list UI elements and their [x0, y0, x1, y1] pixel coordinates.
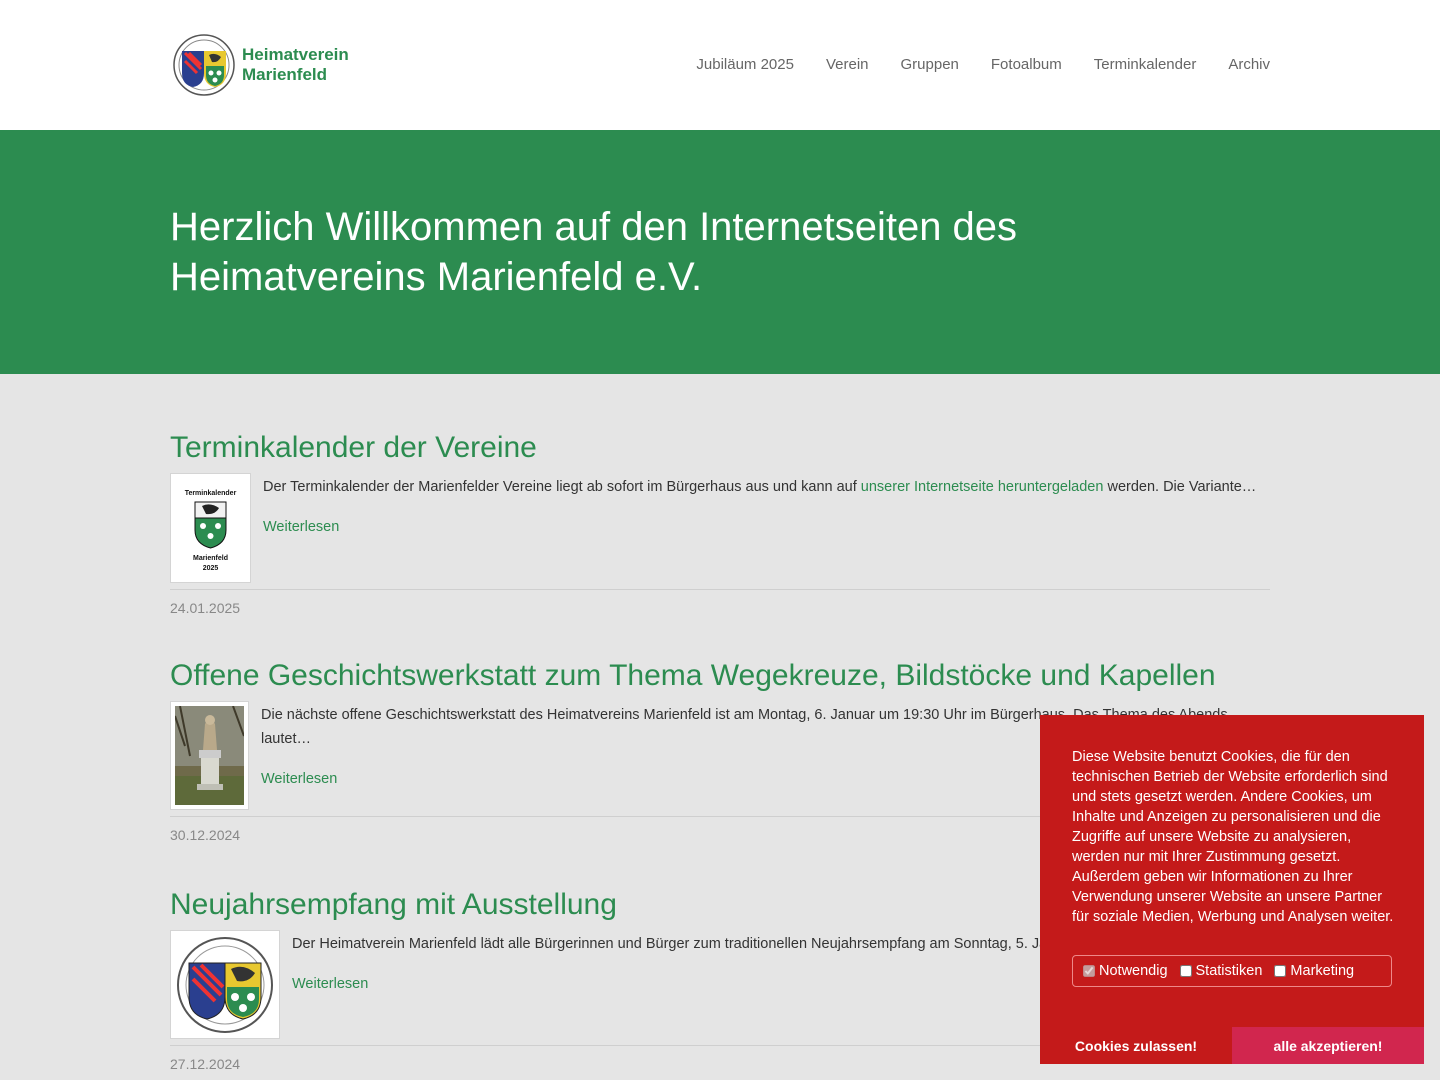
marketing-checkbox[interactable] — [1274, 965, 1287, 977]
download-link[interactable]: unserer Internetseite heruntergeladen — [861, 479, 1104, 495]
thumb-line-2: Marienfeld — [193, 555, 228, 562]
nav-jubilaeum[interactable]: Jubiläum 2025 — [696, 54, 794, 76]
post-body: Terminkalender Marienfeld 2025 Der Termi… — [170, 473, 1270, 583]
logo-line-2: Marienfeld — [242, 65, 328, 84]
post-thumbnail[interactable] — [170, 930, 280, 1039]
post-date: 24.01.2025 — [170, 600, 241, 616]
allow-cookies-button[interactable]: Cookies zulassen! — [1056, 1027, 1216, 1064]
accept-all-button[interactable]: alle akzeptieren! — [1232, 1027, 1424, 1064]
nav-archiv[interactable]: Archiv — [1228, 54, 1270, 76]
nav-terminkalender[interactable]: Terminkalender — [1094, 54, 1197, 76]
cookie-option-necessary: Notwendig — [1083, 963, 1168, 979]
nav-gruppen[interactable]: Gruppen — [901, 54, 959, 76]
post-terminkalender: Terminkalender der Vereine Terminkalende… — [170, 429, 1270, 616]
hero-banner: Herzlich Willkommen auf den Internetseit… — [0, 130, 1440, 374]
cookie-text: Diese Website benutzt Cookies, die für d… — [1072, 749, 1394, 925]
thumb-line-1: Terminkalender — [185, 490, 237, 497]
post-thumbnail[interactable] — [170, 701, 249, 810]
excerpt-text-after: werden. Die Variante… — [1103, 479, 1257, 495]
cookie-option-marketing: Marketing — [1274, 963, 1354, 979]
cookie-banner: Diese Website benutzt Cookies, die für d… — [1040, 715, 1424, 1064]
excerpt-text-before: Der Terminkalender der Marienfelder Vere… — [263, 479, 861, 495]
thumb-line-3: 2025 — [203, 565, 219, 572]
marketing-label: Marketing — [1290, 963, 1355, 979]
statistics-checkbox[interactable] — [1179, 965, 1192, 977]
coat-of-arms-icon — [175, 935, 275, 1034]
hero-title: Herzlich Willkommen auf den Internetseit… — [170, 205, 1018, 299]
nav-fotoalbum[interactable]: Fotoalbum — [991, 54, 1062, 76]
cookie-options: Notwendig Statistiken Marketing — [1072, 955, 1392, 987]
wayside-shrine-photo-icon — [174, 705, 245, 805]
main-nav: Jubiläum 2025 Verein Gruppen Fotoalbum T… — [664, 54, 1270, 76]
cookie-option-statistics: Statistiken — [1179, 963, 1263, 979]
post-title[interactable]: Offene Geschichtswerkstatt zum Thema Weg… — [170, 657, 1270, 695]
nav-verein[interactable]: Verein — [826, 54, 869, 76]
post-title[interactable]: Terminkalender der Vereine — [170, 429, 1270, 467]
site-header: Heimatverein Marienfeld Jubiläum 2025 Ve… — [0, 0, 1440, 130]
coat-of-arms-icon — [173, 34, 235, 96]
readmore-link[interactable]: Weiterlesen — [292, 972, 368, 996]
calendar-cover-icon: Terminkalender Marienfeld 2025 — [175, 478, 246, 578]
necessary-label: Notwendig — [1099, 963, 1168, 979]
statistics-label: Statistiken — [1195, 963, 1263, 979]
necessary-checkbox[interactable] — [1083, 965, 1095, 977]
post-excerpt: Der Terminkalender der Marienfelder Vere… — [263, 473, 1256, 583]
logo-line-1: Heimatverein — [242, 45, 349, 64]
logo-text: Heimatverein Marienfeld — [242, 45, 349, 85]
readmore-link[interactable]: Weiterlesen — [263, 515, 339, 539]
site-logo[interactable]: Heimatverein Marienfeld — [172, 32, 362, 98]
post-divider — [170, 589, 1270, 590]
readmore-link[interactable]: Weiterlesen — [261, 767, 337, 791]
post-thumbnail[interactable]: Terminkalender Marienfeld 2025 — [170, 473, 251, 583]
